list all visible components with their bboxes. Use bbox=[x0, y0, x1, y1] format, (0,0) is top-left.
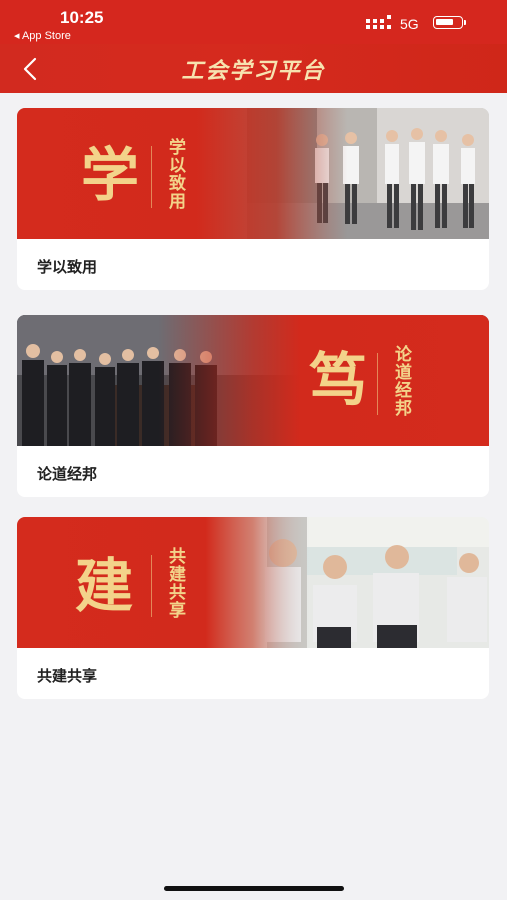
card-label: 论道经邦 bbox=[37, 465, 98, 483]
back-to-app-store-link[interactable]: ◂ App Store bbox=[14, 29, 71, 42]
card-item[interactable]: 建 共建共享 共建共享 bbox=[17, 517, 489, 699]
card-label: 学以致用 bbox=[37, 258, 98, 276]
page-title: 工会学习平台 bbox=[181, 58, 326, 84]
status-time: 10:25 bbox=[60, 8, 104, 27]
status-bar: 10:25 ◂ App Store 5G bbox=[0, 0, 507, 44]
banner-image bbox=[17, 315, 489, 446]
banner-divider bbox=[151, 146, 152, 208]
banner-vertical-text: 共建共享 bbox=[165, 547, 185, 619]
banner-vertical-text: 论道经邦 bbox=[391, 345, 411, 417]
signal-icon bbox=[366, 15, 391, 29]
home-indicator[interactable] bbox=[164, 886, 344, 891]
card-item[interactable]: 笃 论道经邦 论道经邦 bbox=[17, 315, 489, 497]
battery-icon bbox=[433, 16, 463, 29]
banner-big-character: 笃 bbox=[309, 346, 368, 414]
banner-divider bbox=[151, 555, 152, 617]
banner-big-character: 建 bbox=[75, 552, 134, 620]
network-type: 5G bbox=[400, 16, 419, 32]
navigation-bar: 工会学习平台 bbox=[0, 44, 507, 93]
card-item[interactable]: 学 学以致用 学以致用 bbox=[17, 108, 489, 290]
card-label: 共建共享 bbox=[37, 667, 98, 685]
banner-vertical-text: 学以致用 bbox=[165, 138, 185, 210]
battery-cap bbox=[464, 20, 466, 25]
banner-divider bbox=[377, 353, 378, 415]
banner-big-character: 学 bbox=[81, 141, 140, 209]
